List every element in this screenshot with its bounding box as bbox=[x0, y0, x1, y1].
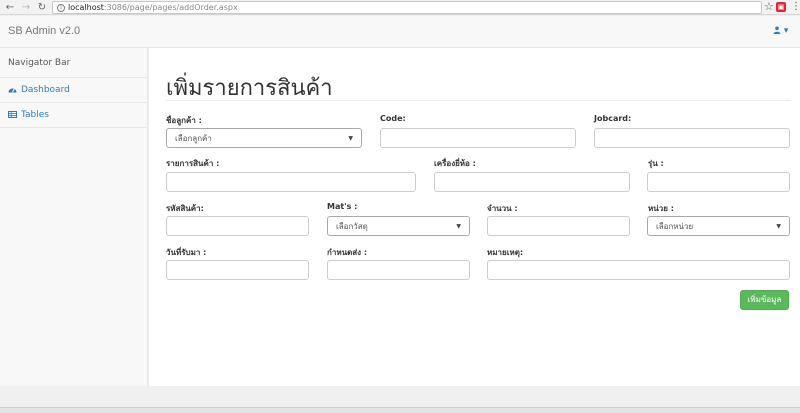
info-icon[interactable]: i bbox=[57, 3, 65, 12]
table-icon bbox=[8, 103, 18, 128]
product-list-input[interactable] bbox=[166, 172, 416, 192]
main-content: เพิ่มรายการสินค้า ชื่อลูกค้า : เลือกลูกค… bbox=[149, 48, 800, 386]
reload-button[interactable]: ↻ bbox=[35, 0, 49, 14]
code-input[interactable] bbox=[380, 128, 576, 148]
user-menu-toggle[interactable]: ▾ bbox=[773, 26, 788, 36]
customer-select[interactable]: เลือกลูกค้า ▼ bbox=[166, 128, 362, 148]
chevron-down-icon: ▾ bbox=[783, 26, 789, 36]
caret-down-icon: ▼ bbox=[348, 134, 353, 142]
url-path: :3086/page/pages/addOrder.aspx bbox=[103, 3, 238, 12]
sidebar-item-dashboard[interactable]: Dashboard bbox=[0, 78, 147, 103]
sidebar-header: Navigator Bar bbox=[0, 48, 147, 78]
quantity-input[interactable] bbox=[487, 216, 630, 236]
arrow-right-icon: → bbox=[21, 1, 31, 13]
mats-label: Mat's : bbox=[327, 202, 358, 211]
arrow-left-icon: ← bbox=[5, 1, 15, 13]
dashboard-icon bbox=[8, 78, 18, 103]
browser-menu-icon[interactable]: ⋮ bbox=[791, 0, 800, 14]
brand-label: เครื่องยี่ห้อ : bbox=[434, 159, 476, 168]
back-button[interactable]: ← bbox=[3, 0, 17, 14]
extension-icon[interactable]: ▣ bbox=[776, 2, 786, 12]
jobcard-label: Jobcard: bbox=[594, 114, 632, 123]
receive-date-input[interactable] bbox=[166, 260, 309, 280]
due-date-label: กำหนดส่ง : bbox=[327, 248, 368, 257]
model-label: รุ่น : bbox=[648, 159, 664, 168]
brand-input[interactable] bbox=[434, 172, 630, 192]
mats-select[interactable]: เลือกวัสดุ ▼ bbox=[327, 216, 470, 236]
product-code-label: รหัสสินค้า: bbox=[166, 204, 204, 213]
user-icon bbox=[773, 26, 784, 36]
sidebar-item-tables[interactable]: Tables bbox=[0, 103, 147, 128]
code-label: Code: bbox=[380, 114, 406, 123]
model-input[interactable] bbox=[647, 172, 790, 192]
jobcard-input[interactable] bbox=[594, 128, 790, 148]
receive-date-label: วันที่รับมา : bbox=[166, 248, 207, 257]
unit-select[interactable]: เลือกหน่วย ▼ bbox=[647, 216, 790, 236]
caret-down-icon: ▼ bbox=[456, 222, 461, 230]
sidebar-item-label: Tables bbox=[21, 109, 49, 120]
sidebar: Navigator Bar Dashboard Tables bbox=[0, 48, 148, 386]
title-divider bbox=[166, 100, 791, 101]
customer-select-value: เลือกลูกค้า bbox=[175, 133, 212, 143]
bookmark-star-icon[interactable]: ☆ bbox=[764, 0, 774, 14]
forward-button[interactable]: → bbox=[19, 0, 33, 14]
unit-select-value: เลือกหน่วย bbox=[656, 221, 694, 231]
due-date-input[interactable] bbox=[327, 260, 470, 280]
add-data-button[interactable]: เพิ่มข้อมูล bbox=[740, 290, 789, 310]
note-input[interactable] bbox=[487, 260, 790, 280]
horizontal-scrollbar[interactable] bbox=[0, 407, 800, 413]
browser-toolbar: ← → ↻ i localhost:3086/page/pages/addOrd… bbox=[0, 0, 800, 15]
url-host: localhost bbox=[68, 3, 104, 12]
note-label: หมายเหตุ: bbox=[487, 248, 524, 257]
address-bar[interactable]: i localhost:3086/page/pages/addOrder.asp… bbox=[52, 1, 762, 14]
sidebar-item-label: Dashboard bbox=[21, 84, 70, 95]
reload-icon: ↻ bbox=[37, 1, 47, 13]
top-navbar: SB Admin v2.0 ▾ bbox=[0, 16, 800, 48]
product-list-label: รายการสินค้า : bbox=[166, 159, 220, 168]
quantity-label: จำนวน : bbox=[487, 204, 518, 213]
customer-label: ชื่อลูกค้า : bbox=[166, 116, 202, 125]
brand-link[interactable]: SB Admin v2.0 bbox=[8, 25, 80, 37]
product-code-input[interactable] bbox=[166, 216, 309, 236]
page-bottom bbox=[0, 386, 800, 413]
unit-label: หน่วย : bbox=[648, 204, 674, 213]
mats-select-value: เลือกวัสดุ bbox=[336, 221, 368, 231]
caret-down-icon: ▼ bbox=[776, 222, 781, 230]
